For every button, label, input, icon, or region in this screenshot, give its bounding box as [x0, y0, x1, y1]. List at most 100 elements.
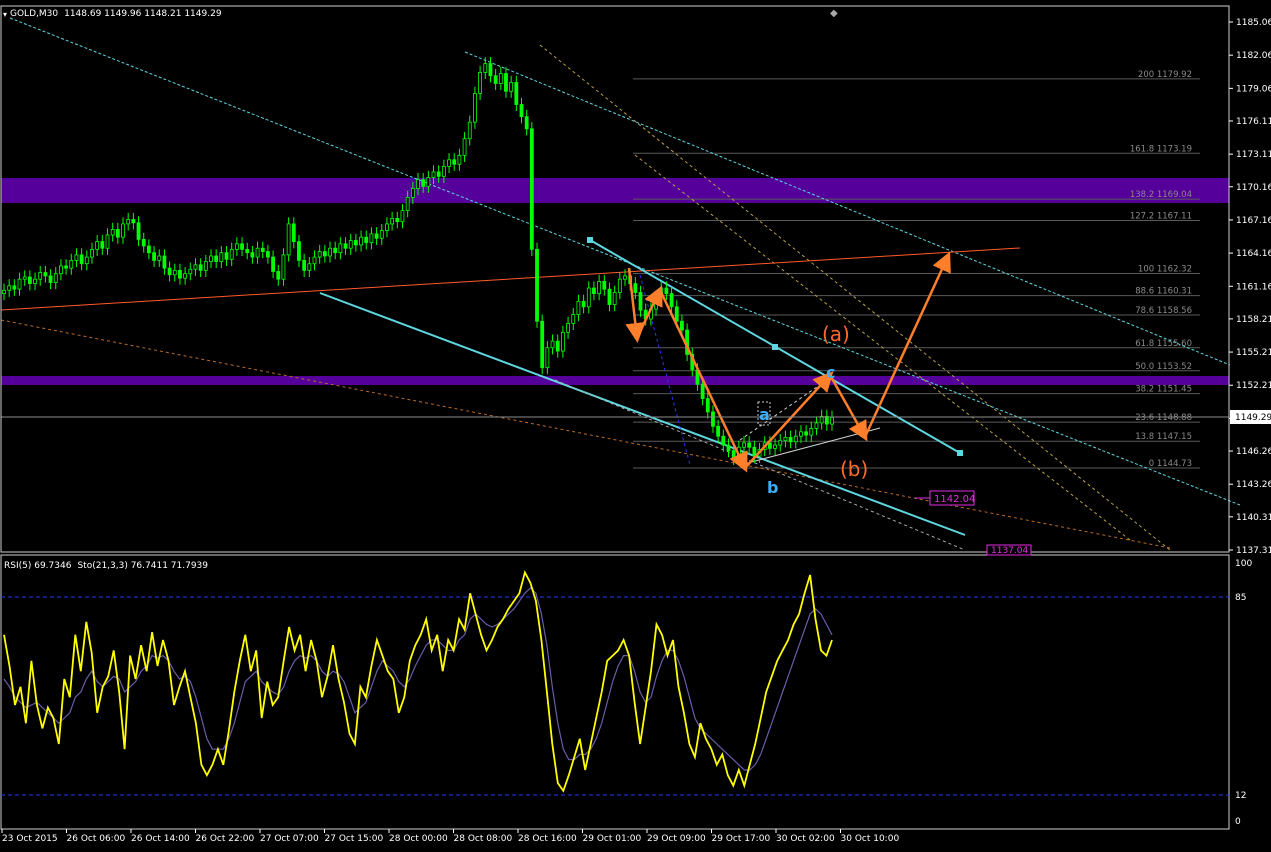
- candle-body: [793, 435, 798, 443]
- candle-body: [152, 252, 156, 261]
- candle-body: [2, 289, 6, 294]
- candle-body: [783, 436, 788, 442]
- candle-body: [167, 267, 172, 276]
- candle-body: [581, 300, 586, 308]
- candle-body: [545, 347, 550, 369]
- price-tick-label: 1164.16: [1236, 249, 1271, 259]
- candle-body: [110, 229, 115, 236]
- candle-body: [457, 154, 462, 165]
- candle-body: [395, 217, 400, 223]
- candle-body: [317, 251, 322, 258]
- price-tick-label: 1137.31: [1236, 546, 1271, 556]
- candle-body: [788, 436, 793, 443]
- candle-body: [467, 121, 472, 140]
- candle-body: [814, 422, 819, 429]
- time-tick-label: 27 Oct 07:00: [260, 834, 319, 844]
- candle-body: [146, 245, 151, 254]
- candle-body: [214, 255, 219, 262]
- candle-body: [385, 223, 389, 231]
- candle-body: [421, 179, 426, 187]
- candle-body: [297, 241, 301, 261]
- chevron-down-icon[interactable]: ▾: [3, 10, 7, 19]
- candle-body: [555, 340, 560, 352]
- fib-level-label: 38.2 1151.45: [1135, 385, 1192, 395]
- fib-level-label: 13.8 1147.15: [1135, 432, 1192, 442]
- candle-body: [79, 254, 84, 265]
- candle-body: [504, 73, 508, 92]
- candle-body: [157, 255, 162, 261]
- candle-body: [700, 383, 705, 400]
- candle-body: [550, 340, 555, 349]
- candle-body: [462, 138, 467, 156]
- chart-shift-icon[interactable]: ◆: [830, 8, 838, 19]
- candle-body: [804, 431, 809, 436]
- candle-body: [778, 440, 783, 446]
- fib-level-label: 100 1162.32: [1138, 264, 1192, 274]
- rsi-scale-85: 85: [1235, 593, 1246, 603]
- candle-body: [623, 275, 627, 280]
- candle-body: [680, 320, 684, 331]
- price-tick-label: 1140.31: [1236, 513, 1271, 523]
- price-tick-label: 1158.21: [1236, 315, 1271, 325]
- candle-body: [493, 75, 498, 84]
- candle-body: [198, 264, 203, 271]
- candle-body: [7, 285, 12, 291]
- candle-body: [234, 243, 239, 250]
- candle-body: [369, 233, 374, 244]
- trading-chart[interactable]: 200 1179.92161.8 1173.19138.2 1169.04127…: [0, 0, 1271, 852]
- candle-body: [276, 271, 281, 280]
- candle-body: [193, 264, 198, 270]
- candle-body: [592, 287, 596, 294]
- candle-body: [12, 285, 17, 290]
- candle-body: [17, 278, 22, 290]
- candle-body: [597, 281, 602, 294]
- candle-body: [773, 444, 777, 449]
- time-tick-label: 29 Oct 17:00: [712, 834, 771, 844]
- wave-label-blue-a: a: [759, 405, 770, 424]
- time-tick-label: 28 Oct 00:00: [389, 834, 448, 844]
- candle-body: [633, 283, 638, 293]
- candle-body: [566, 323, 570, 333]
- time-tick-label: 26 Oct 22:00: [196, 834, 255, 844]
- candle-body: [22, 276, 27, 280]
- candle-body: [721, 435, 726, 446]
- candle-body: [343, 243, 348, 249]
- candle-body: [250, 252, 255, 258]
- candle-body: [100, 241, 105, 249]
- price-tick-label: 1161.16: [1236, 282, 1271, 292]
- candle-body: [488, 63, 493, 77]
- candle-body: [478, 72, 483, 94]
- price-tick-label: 1152.21: [1236, 381, 1271, 391]
- candle-body: [126, 219, 131, 225]
- candle-body: [742, 442, 746, 448]
- candle-body: [638, 292, 643, 311]
- candle-body: [38, 272, 43, 280]
- candle-body: [612, 292, 617, 306]
- price-tag-2-label: 1137.04: [991, 546, 1028, 556]
- support-zone: [1, 376, 1229, 385]
- candle-body: [33, 278, 37, 285]
- candle-body: [183, 273, 188, 279]
- fib-level-label: 50.0 1153.52: [1135, 362, 1192, 372]
- channel-handle[interactable]: [587, 237, 593, 243]
- candle-body: [229, 248, 234, 260]
- candle-body: [747, 442, 752, 448]
- candle-body: [172, 269, 177, 276]
- candle-body: [48, 275, 53, 283]
- price-tick-label: 1176.11: [1236, 117, 1271, 127]
- candle-body: [74, 254, 79, 261]
- candle-body: [410, 188, 415, 198]
- channel-handle[interactable]: [772, 344, 778, 350]
- candle-body: [240, 243, 244, 250]
- channel-handle[interactable]: [957, 450, 963, 456]
- candle-body: [400, 210, 405, 223]
- candle-body: [535, 248, 539, 322]
- candle-body: [53, 273, 58, 283]
- price-tick-label: 1173.11: [1236, 150, 1271, 160]
- candle-body: [426, 177, 431, 187]
- time-tick-label: 26 Oct 14:00: [131, 834, 190, 844]
- candle-body: [529, 128, 534, 250]
- candle-body: [333, 247, 338, 254]
- time-tick-label: 30 Oct 02:00: [776, 834, 835, 844]
- candle-body: [260, 247, 265, 252]
